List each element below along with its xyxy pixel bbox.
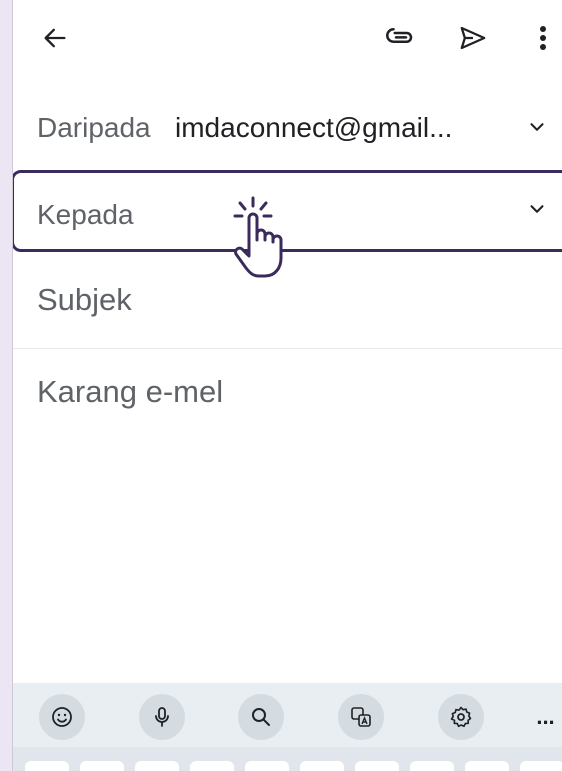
keyboard-keys <box>13 747 562 771</box>
from-row[interactable]: Daripada imdaconnect@gmail... <box>13 80 562 170</box>
chevron-down-icon[interactable] <box>526 116 548 143</box>
from-label: Daripada <box>37 112 151 143</box>
key[interactable] <box>355 761 399 771</box>
body-area[interactable]: Karang e-mel <box>13 350 562 680</box>
more-label: ... <box>536 704 555 729</box>
from-value[interactable]: imdaconnect@gmail... <box>175 112 452 144</box>
compose-toolbar <box>13 0 562 76</box>
subject-input[interactable]: Subjek <box>37 282 132 318</box>
key[interactable] <box>25 761 69 771</box>
compose-screen: Daripada imdaconnect@gmail... Kepada Sub… <box>12 0 562 771</box>
subject-row[interactable]: Subjek <box>13 262 562 348</box>
settings-icon[interactable] <box>438 694 484 740</box>
body-input[interactable]: Karang e-mel <box>37 374 223 410</box>
subject-divider <box>13 348 562 349</box>
more-vert-icon[interactable] <box>528 18 558 58</box>
send-icon[interactable] <box>453 18 493 58</box>
translate-icon[interactable] <box>338 694 384 740</box>
keyboard-toolbar: ... <box>13 683 562 747</box>
key[interactable] <box>465 761 509 771</box>
key[interactable] <box>300 761 344 771</box>
emoji-icon[interactable] <box>39 694 85 740</box>
search-icon[interactable] <box>238 694 284 740</box>
key[interactable] <box>245 761 289 771</box>
mic-icon[interactable] <box>139 694 185 740</box>
key[interactable] <box>135 761 179 771</box>
key[interactable] <box>190 761 234 771</box>
key[interactable] <box>410 761 454 771</box>
key[interactable] <box>520 761 562 771</box>
attach-icon[interactable] <box>381 18 421 58</box>
arrow-back-icon[interactable] <box>35 18 75 58</box>
more-horiz-icon[interactable]: ... <box>528 694 562 740</box>
key[interactable] <box>80 761 124 771</box>
